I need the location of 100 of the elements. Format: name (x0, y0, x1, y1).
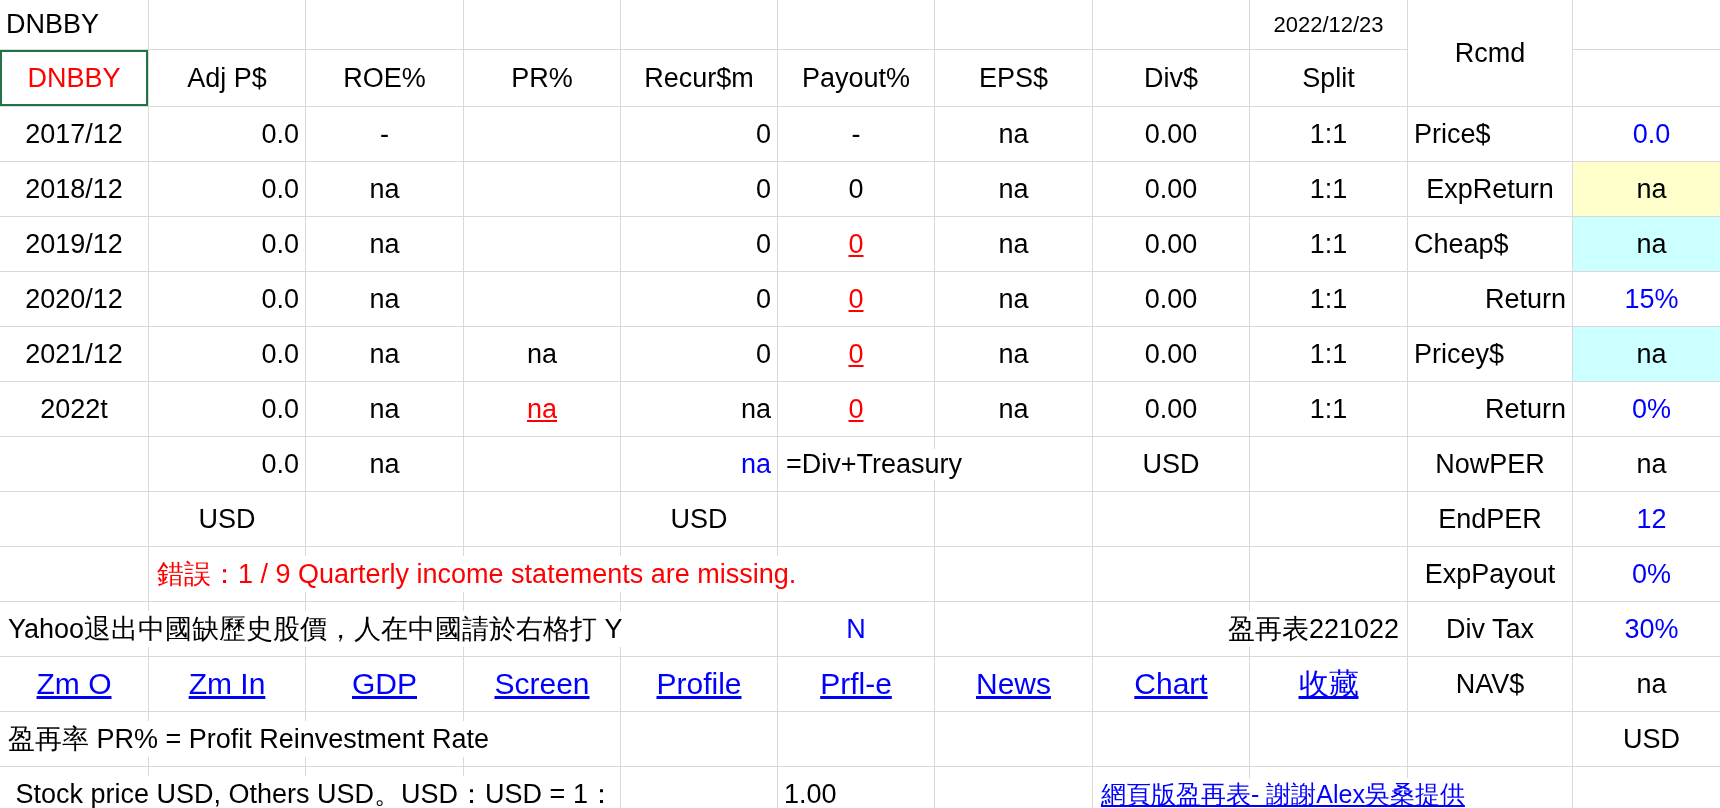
cell-text: Return (1484, 393, 1566, 425)
cell-text: 1:1 (1309, 173, 1348, 205)
cell-text: 0 (848, 173, 864, 205)
cell-text: ROE% (343, 62, 426, 94)
cell-text: na (740, 448, 771, 480)
cell-text: 2022t (40, 393, 108, 425)
cell-text: =Div+Treasury (784, 448, 965, 480)
cell-text: 1:1 (1309, 118, 1348, 150)
link[interactable]: 收藏 (1298, 663, 1359, 705)
cell-text: 1.00 (784, 778, 837, 808)
cell-text: 0 (755, 338, 771, 370)
cell-text: 0% (1632, 558, 1671, 590)
cell-text: Yahoo退出中國缺歷史股價，人在中國請於右格打 Y (6, 611, 625, 647)
cell-text: na (1636, 228, 1667, 260)
link[interactable]: Zm In (188, 667, 266, 701)
cell-text: PR% (511, 62, 573, 94)
link[interactable]: Prfl-e (820, 667, 892, 701)
cell-text: 0.00 (1144, 118, 1198, 150)
link[interactable]: 0 (848, 283, 864, 315)
cell-text: 0.0 (261, 448, 299, 480)
link[interactable]: 網頁版盈再表- 謝謝Alex吳桑提供 (1099, 777, 1467, 808)
cell-text: - (380, 118, 389, 150)
cell-text: 0 (755, 283, 771, 315)
cell-text: na (1636, 448, 1667, 480)
cell-text: 12 (1636, 503, 1667, 535)
cell-text: na (998, 393, 1029, 425)
cell-text: 盈再表221022 (1225, 611, 1401, 647)
cell-text: 0.0 (1632, 118, 1671, 150)
cell-text: - (851, 118, 861, 150)
cell-text: 1:1 (1309, 283, 1348, 315)
cell-text: 15% (1624, 283, 1679, 315)
cell-text: 0.0 (261, 338, 299, 370)
cell-text: 0.00 (1144, 283, 1198, 315)
link[interactable]: na (526, 393, 557, 425)
link[interactable]: Zm O (36, 667, 112, 701)
cell-text: 0.0 (261, 118, 299, 150)
cell-text: N (846, 613, 866, 645)
cell-text: 0 (755, 228, 771, 260)
cell-text: USD (1623, 723, 1680, 755)
link[interactable]: 0 (848, 228, 864, 260)
cell-text: na (1636, 173, 1667, 205)
cell-text: Price$ (1414, 118, 1491, 150)
cell-text: Cheap$ (1414, 228, 1509, 260)
cell-text: DNBBY (6, 9, 100, 40)
cell-text: na (369, 283, 400, 315)
link[interactable]: 0 (848, 338, 864, 370)
cell-text: na (369, 448, 400, 480)
cell-text: Split (1302, 62, 1355, 94)
cell-text: 0.0 (261, 173, 299, 205)
cell-text: Return (1484, 283, 1566, 315)
cell-text: 0% (1632, 393, 1671, 425)
cell-text: NAV$ (1455, 668, 1525, 700)
cell-text: 1:1 (1309, 338, 1348, 370)
link[interactable]: 0 (848, 393, 864, 425)
link[interactable]: Chart (1134, 667, 1208, 701)
cell-text: na (998, 118, 1029, 150)
link[interactable]: Screen (494, 667, 590, 701)
cell-text: Div Tax (1446, 613, 1534, 645)
cell-text: 0.0 (261, 283, 299, 315)
cell-text: EPS$ (978, 62, 1048, 94)
cell-text: 0 (755, 173, 771, 205)
cell-text: 2017/12 (25, 118, 123, 150)
cell-text: na (740, 393, 771, 425)
cell-text: 2018/12 (25, 173, 123, 205)
cell-text: DNBBY (27, 62, 121, 94)
cell-text: na (369, 338, 400, 370)
cell-text: ExpPayout (1424, 558, 1556, 590)
cell-text: 2020/12 (25, 283, 123, 315)
cell-text: USD (198, 503, 256, 535)
cell-text: Adj P$ (187, 62, 267, 94)
cell-text: Pricey$ (1414, 338, 1505, 370)
cell-text: na (998, 283, 1029, 315)
cell-text: na (369, 173, 400, 205)
cell-text: na (369, 228, 400, 260)
cell-text: 盈再率 PR% = Profit Reinvestment Rate (6, 721, 491, 757)
cell-text: Payout% (801, 62, 911, 94)
cell-text: EndPER (1438, 503, 1542, 535)
cell-text: 0.00 (1144, 228, 1198, 260)
cell-text: 1:1 (1309, 228, 1348, 260)
cell-text: na (998, 338, 1029, 370)
cell-text: 0.0 (261, 228, 299, 260)
link[interactable]: News (976, 667, 1051, 701)
cell-text: 0 (755, 118, 771, 150)
link[interactable]: Profile (656, 667, 742, 701)
cell-text: USD (1142, 448, 1200, 480)
cell-text: 0.00 (1144, 173, 1198, 205)
cell-text: USD (670, 503, 728, 535)
cell-text: 1:1 (1309, 393, 1348, 425)
cell-text: Div$ (1144, 62, 1198, 94)
link[interactable]: GDP (352, 667, 417, 701)
cell-text: NowPER (1435, 448, 1545, 480)
cell-text: na (1636, 668, 1667, 700)
cell-text: 2019/12 (25, 228, 123, 260)
cell-text: na (998, 173, 1029, 205)
cell-text: Recur$m (644, 62, 754, 94)
cell-text: na (369, 393, 400, 425)
cell-text: 2021/12 (25, 338, 123, 370)
cell-text: 0.00 (1144, 393, 1198, 425)
cell-text: na (998, 228, 1029, 260)
cell-text: 30% (1624, 613, 1679, 645)
